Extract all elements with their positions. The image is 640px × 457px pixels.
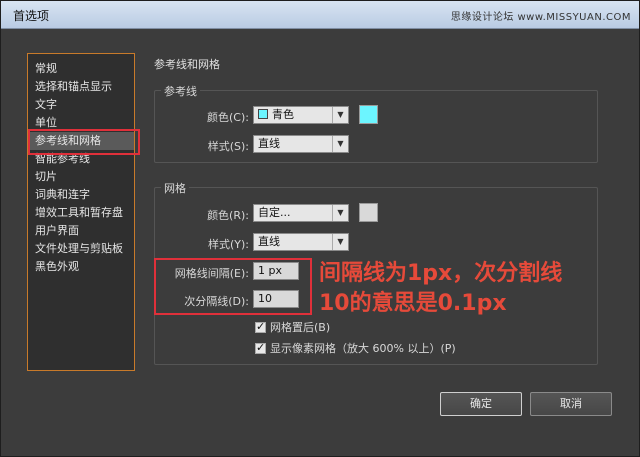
grid-style-label: 样式(Y): <box>207 238 249 251</box>
guides-color-swatch[interactable] <box>359 105 378 124</box>
sidebar-item[interactable]: 参考线和网格 <box>28 132 134 150</box>
sidebar-item[interactable]: 选择和锚点显示 <box>28 78 134 96</box>
sidebar-item[interactable]: 黑色外观 <box>28 258 134 276</box>
cyan-swatch-icon <box>258 109 268 119</box>
grid-color-label: 颜色(R): <box>207 209 249 222</box>
guides-style-dropdown[interactable]: 直线 ▼ <box>253 135 349 153</box>
checkmark-icon <box>255 320 266 333</box>
checkmark-icon <box>255 341 266 354</box>
grids-in-back-label: 网格置后(B) <box>270 321 331 334</box>
category-list: 常规 选择和锚点显示 文字 单位 参考线和网格 智能参考线 切片 词典和连字 增效工具和暂存盘用… <box>27 53 135 371</box>
grid-group-label: 网格 <box>161 180 189 196</box>
sidebar-item[interactable]: 单位 <box>28 114 134 132</box>
cancel-button[interactable]: 取消 <box>530 392 612 416</box>
ok-button[interactable]: 确定 <box>440 392 522 416</box>
grid-style-value: 直线 <box>258 235 280 248</box>
sidebar-item[interactable]: 常规 <box>28 60 134 78</box>
annotation-line-2: 10的意思是0.1px <box>319 291 507 316</box>
annotation-line-1: 间隔线为1px，次分割线 <box>319 261 563 286</box>
grid-color-swatch[interactable] <box>359 203 378 222</box>
chevron-down-icon: ▼ <box>332 205 348 221</box>
gridline-every-label: 网格线间隔(E): <box>174 267 249 280</box>
grid-style-dropdown[interactable]: 直线 ▼ <box>253 233 349 251</box>
chevron-down-icon: ▼ <box>332 136 348 152</box>
show-pixel-grid-label: 显示像素网格（放大 600% 以上）(P) <box>270 342 456 355</box>
sidebar-item[interactable]: 文字 <box>28 96 134 114</box>
chevron-down-icon: ▼ <box>332 234 348 250</box>
grid-color-value: 自定... <box>258 206 291 219</box>
sidebar-item[interactable]: 文件处理与剪贴板 <box>28 240 134 258</box>
guides-color-dropdown[interactable]: 青色 ▼ <box>253 106 349 124</box>
gridline-every-input[interactable]: 1 px <box>253 262 299 280</box>
window-title: 首选项 <box>13 9 50 23</box>
subdivisions-input[interactable]: 10 <box>253 290 299 308</box>
title-bar[interactable]: 首选项 思缘设计论坛 www.MISSYUAN.COM <box>1 1 639 29</box>
chevron-down-icon: ▼ <box>332 107 348 123</box>
guides-color-value: 青色 <box>272 108 294 121</box>
watermark: 思缘设计论坛 www.MISSYUAN.COM <box>450 12 631 23</box>
sidebar-item[interactable]: 用户界面 <box>28 222 134 240</box>
sidebar-item[interactable]: 词典和连字 <box>28 186 134 204</box>
guides-style-label: 样式(S): <box>207 140 249 153</box>
sidebar-item[interactable]: 增效工具和暂存盘 <box>28 204 134 222</box>
subdivisions-label: 次分隔线(D): <box>184 295 249 308</box>
grid-color-dropdown[interactable]: 自定... ▼ <box>253 204 349 222</box>
guides-color-label: 颜色(C): <box>207 111 249 124</box>
sidebar-item[interactable]: 切片 <box>28 168 134 186</box>
guides-group-label: 参考线 <box>161 83 200 99</box>
section-title: 参考线和网格 <box>154 58 220 71</box>
show-pixel-grid-checkbox[interactable]: 显示像素网格（放大 600% 以上）(P) <box>255 340 456 356</box>
grids-in-back-checkbox[interactable]: 网格置后(B) <box>255 319 330 335</box>
sidebar-item[interactable]: 智能参考线 <box>28 150 134 168</box>
preferences-dialog: 首选项 思缘设计论坛 www.MISSYUAN.COM 常规 选择和锚点显示 文字单… <box>0 0 640 457</box>
guides-style-value: 直线 <box>258 137 280 150</box>
